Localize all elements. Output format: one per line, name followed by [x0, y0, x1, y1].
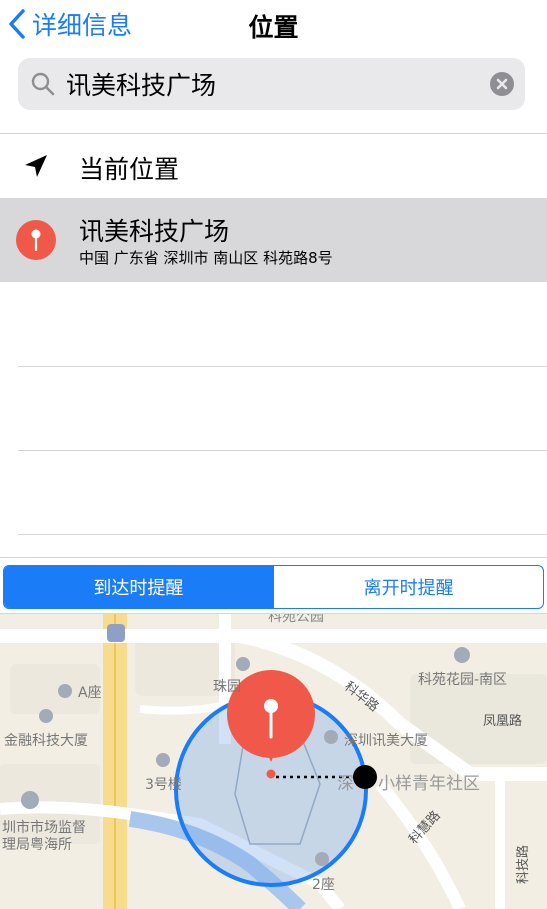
map-label-no3: 3号楼: [145, 777, 182, 793]
navigation-bar: 详细信息 位置: [0, 0, 547, 50]
search-input[interactable]: [66, 64, 486, 104]
map-label-shen: 深: [337, 774, 354, 794]
divider: [18, 366, 547, 367]
divider: [18, 534, 547, 535]
map-label-keyuan-south: 科苑花园-南区: [418, 672, 508, 688]
map-pin-icon: [16, 220, 56, 260]
place-address: 中国 广东省 深圳市 南山区 科苑路8号: [79, 249, 333, 267]
map-label-xunmei: 深圳讯美大厦: [344, 733, 428, 749]
search-field[interactable]: [18, 58, 525, 110]
map-label-market-2: 理局粤海所: [2, 837, 72, 853]
arrive-reminder-option[interactable]: 到达时提醒: [4, 566, 273, 608]
road-label-keji: 科技路: [516, 844, 531, 884]
map-label-a-block: A座: [78, 685, 102, 701]
map-view[interactable]: 科苑公园 A座 珠园 金融科技大厦 3号楼 圳市市场监督 理局粤海所 深圳讯美大…: [0, 614, 547, 909]
divider: [0, 557, 547, 558]
search-icon: [31, 72, 55, 96]
current-location-row[interactable]: 当前位置: [0, 134, 547, 198]
close-icon: [496, 78, 508, 90]
map-label-zhuyuan: 珠园: [213, 679, 241, 695]
location-arrow-icon: [25, 155, 47, 177]
map-label-xiaoyang: 小样青年社区: [378, 774, 480, 794]
map-roads: [0, 614, 547, 909]
road-label-fenghuang: 凤凰路: [483, 714, 523, 729]
clear-search-button[interactable]: [490, 72, 514, 96]
leave-reminder-option[interactable]: 离开时提醒: [274, 566, 543, 608]
reminder-segmented-control[interactable]: 到达时提醒 离开时提醒: [3, 565, 544, 609]
current-location-label: 当前位置: [79, 155, 180, 184]
divider: [18, 450, 547, 451]
place-title: 讯美科技广场: [79, 217, 230, 246]
map-label-jinrong: 金融科技大厦: [4, 733, 88, 749]
map-label-top: 科苑公园: [268, 614, 324, 625]
page-title: 位置: [248, 13, 299, 42]
place-result-row[interactable]: 讯美科技广场 中国 广东省 深圳市 南山区 科苑路8号: [0, 198, 547, 282]
map-label-block2: 2座: [312, 877, 335, 893]
